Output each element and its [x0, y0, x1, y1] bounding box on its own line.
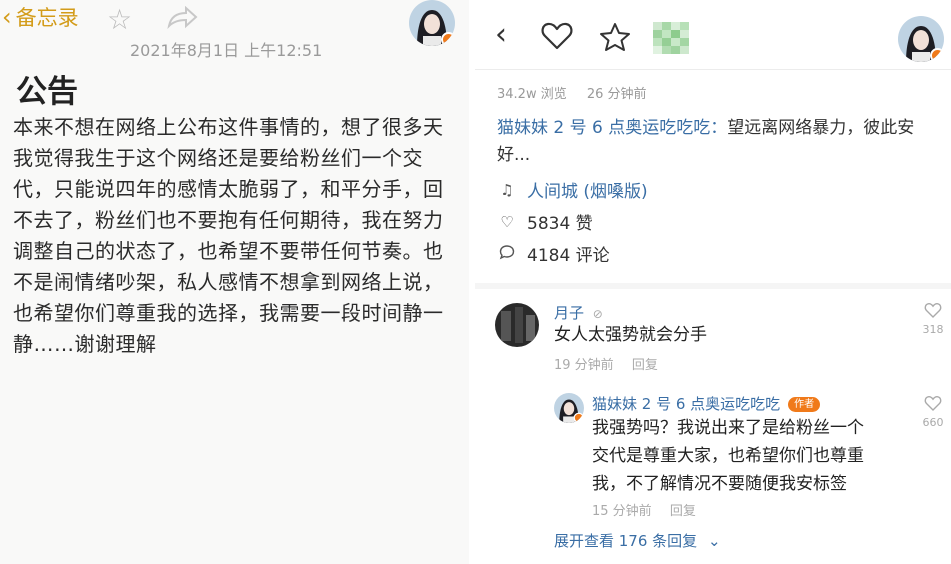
view-count: 34.2w 浏览 [497, 87, 567, 102]
back-label: 备忘录 [15, 6, 79, 30]
note-screenshot: ‹ 备忘录 ☆ 2021年8月1日 上午12:51 公告 本来不想在网络上公布这… [0, 0, 469, 564]
avatar[interactable] [898, 16, 944, 62]
comment-like-button[interactable]: 318 [918, 302, 948, 336]
post-summary[interactable]: 猫妹妹 2 号 6 点奥运吃吃吃：望远离网络暴力，彼此安好... [497, 115, 937, 169]
comment-like-count: 660 [922, 416, 944, 429]
heart-icon[interactable] [541, 22, 573, 54]
commenter-name-text: 月子 [554, 304, 585, 322]
note-line: 不是闹情绪吵架，私人感情不想拿到网络上说， [13, 270, 444, 294]
heart-outline-icon [924, 303, 942, 318]
music-note-icon: ♫ [500, 180, 514, 199]
comment-footer: 19 分钟前 回复 [554, 354, 672, 373]
note-line: 本来不想在网络上公布这件事情的，想了很多天 [13, 115, 444, 139]
note-line: 我觉得我生于这个网络还是要给粉丝们一个交 [13, 146, 423, 170]
expand-replies-link[interactable]: 展开查看 176 条回复 ⌄ [554, 530, 721, 551]
comment-text: 我强势吗？我说出来了是给粉丝一个 交代是尊重大家，也希望你们也尊重 我，不了解情… [592, 414, 902, 498]
comment-text: 女人太强势就会分手 [554, 325, 707, 345]
note-body: 本来不想在网络上公布这件事情的，想了很多天 我觉得我生于这个网络还是要给粉丝们一… [13, 112, 463, 360]
expand-label: 展开查看 176 条回复 [554, 532, 698, 550]
note-line: 也希望你们尊重我的选择，我需要一段时间静一 [13, 301, 444, 325]
share-icon[interactable] [166, 5, 198, 34]
verified-badge-icon [441, 32, 455, 46]
comment-line: 交代是尊重大家，也希望你们也尊重 [592, 446, 864, 466]
reply-button[interactable]: 回复 [632, 358, 658, 373]
chevron-down-icon: ⌄ [707, 532, 721, 550]
commenter-name[interactable]: 月子 ⊘ [554, 302, 603, 323]
author-badge: 作者 [788, 397, 821, 412]
post-author[interactable]: 猫妹妹 2 号 6 点奥运吃吃吃： [497, 118, 727, 138]
heart-outline-icon [924, 396, 942, 411]
back-chevron-icon[interactable]: ‹ [495, 20, 507, 50]
note-line: 静……谢谢理解 [13, 332, 157, 356]
post-stats: 34.2w 浏览 26 分钟前 [497, 83, 663, 102]
section-separator [475, 283, 951, 289]
heart-outline-icon: ♡ [500, 212, 514, 231]
post-screenshot: ‹ 34.2w 浏览 26 分钟前 猫妹妹 2 号 6 点奥运吃吃吃：望远离网络… [475, 0, 951, 564]
chevron-left-icon: ‹ [2, 3, 12, 31]
comments-row[interactable]: 4184 评论 [497, 241, 610, 266]
censored-mosaic [653, 22, 689, 54]
comment-line: 我，不了解情况不要随便我安标签 [592, 474, 847, 494]
note-datetime: 2021年8月1日 上午12:51 [130, 41, 323, 60]
reply-button[interactable]: 回复 [670, 504, 696, 519]
comment-like-count: 318 [922, 323, 944, 336]
note-line: 不去了，粉丝们也不要抱有任何期待，我在努力 [13, 208, 444, 232]
post-nav-bar: ‹ [475, 0, 951, 70]
likes-count: 5834 赞 [527, 214, 593, 234]
commenter-avatar[interactable] [495, 303, 539, 347]
verified-badge-icon [930, 48, 944, 62]
comment-line: 我强势吗？我说出来了是给粉丝一个 [592, 418, 864, 438]
avatar[interactable] [554, 393, 584, 423]
back-button[interactable]: ‹ 备忘录 [2, 2, 79, 32]
star-icon[interactable] [599, 22, 631, 56]
note-line: 代，只能说四年的感情太脆弱了，和平分手，回 [13, 177, 444, 201]
commenter-name-text: 猫妹妹 2 号 6 点奥运吃吃吃 [592, 395, 781, 413]
comment-time: 19 分钟前 [554, 358, 614, 373]
verified-check-icon: ⊘ [592, 307, 603, 321]
commenter-name[interactable]: 猫妹妹 2 号 6 点奥运吃吃吃 作者 [592, 393, 821, 414]
comment-footer: 15 分钟前 回复 [592, 500, 710, 519]
likes-row[interactable]: ♡ 5834 赞 [497, 209, 593, 235]
post-time: 26 分钟前 [586, 87, 647, 102]
comment-like-button[interactable]: 660 [918, 395, 948, 429]
avatar[interactable] [409, 0, 455, 46]
music-link[interactable]: ♫ 人间城 (烟嗓版) [497, 177, 648, 203]
comment-bubble-icon [497, 244, 517, 264]
comment-time: 15 分钟前 [592, 504, 652, 519]
star-icon[interactable]: ☆ [107, 6, 132, 34]
music-title: 人间城 (烟嗓版) [527, 182, 648, 202]
comments-count: 4184 评论 [527, 246, 610, 266]
note-toolbar: ‹ 备忘录 ☆ [0, 0, 469, 38]
note-title: 公告 [16, 74, 78, 110]
note-line: 调整自己的状态了，也希望不要带任何节奏。也 [13, 239, 444, 263]
